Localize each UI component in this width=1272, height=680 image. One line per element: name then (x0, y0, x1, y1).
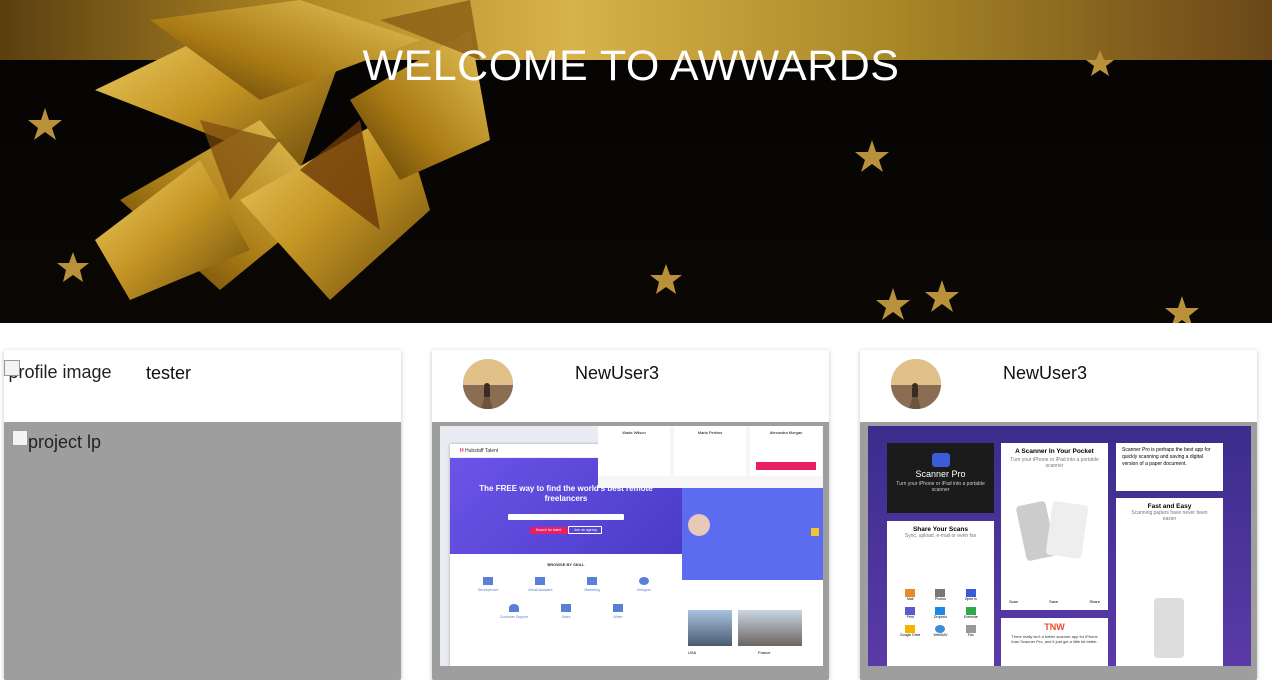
card-username[interactable]: NewUser3 (575, 363, 659, 384)
eye-icon (639, 577, 649, 585)
skill-label: Marketing (584, 588, 600, 592)
mail-icon (905, 589, 916, 597)
broken-image-icon (12, 430, 28, 446)
assistant-icon (535, 577, 545, 585)
project-image-broken: project lp (12, 429, 101, 456)
broken-image-icon (4, 360, 20, 376)
testimonial-avatar-icon (688, 514, 710, 536)
scanner-pocket-panel: A Scanner In Your Pocket Turn your iPhon… (1001, 443, 1108, 610)
card-username[interactable]: NewUser3 (1003, 363, 1087, 384)
hubstaff-search-button: Search for talent (529, 527, 568, 534)
arrow-icon (811, 528, 819, 536)
project-card[interactable]: profile image tester project lp (4, 350, 401, 680)
scanner-pro-screenshot: Scanner Pro Turn your iPhone or iPad int… (868, 426, 1251, 666)
webdav-icon (935, 625, 946, 633)
open-in-icon (965, 589, 976, 597)
scan-step: Scan (1009, 599, 1019, 604)
project-image-area[interactable]: H Hubstaff Talent The FREE way to find t… (432, 422, 829, 680)
project-card[interactable]: NewUser3 Scanner Pro Turn your iPhone or… (860, 350, 1257, 680)
card-header: NewUser3 (860, 350, 1257, 422)
card-username[interactable]: tester (146, 363, 191, 384)
skill-label: Development (477, 588, 499, 592)
photos-icon (935, 589, 946, 597)
pocket-title: A Scanner In Your Pocket (1015, 448, 1094, 455)
chart-icon (561, 604, 571, 612)
hubstaff-browse-label: BROWSE BY SKILL (547, 562, 585, 567)
project-image-area[interactable]: project lp (4, 422, 401, 680)
scanner-app-tile: Scanner Pro Turn your iPhone or iPad int… (887, 443, 994, 513)
user-avatar[interactable] (463, 359, 513, 409)
profile-image-broken: profile image (4, 359, 116, 386)
avatar-photo (891, 359, 941, 409)
city-usa-image (688, 610, 732, 646)
scanner-share-panel: Share Your Scans Sync, upload, e-mail or… (887, 521, 994, 666)
profile-name: Alexandra Morgan (769, 430, 803, 435)
scanner-app-icon (931, 453, 950, 467)
google-drive-icon (905, 625, 916, 633)
print-icon (905, 607, 916, 615)
scan-step: Save (1049, 599, 1059, 604)
quote-text: Scanner Pro is perhaps the best app for … (1122, 447, 1211, 467)
hero-banner: WELCOME TO AWWARDS (0, 0, 1272, 323)
hubstaff-logo-icon: H (460, 448, 464, 454)
skill-label: Designer (636, 588, 651, 592)
share-title: Share Your Scans (912, 526, 969, 533)
scan-step: Share (1089, 599, 1100, 604)
tnw-logo: TNW (1044, 622, 1065, 632)
tnw-quote: There really isn't a better scanner app … (1011, 634, 1098, 644)
hubstaff-skills-grid: Development Virtual Assistant Marketing … (450, 567, 682, 619)
tablet-icon (1045, 500, 1089, 560)
share-targets-grid: Mail Photos Open in Print Dropbox Everno… (895, 589, 986, 637)
pocket-subtitle: Turn your iPhone or iPad into a portable… (1010, 457, 1099, 469)
scanner-tnw-panel: TNW There really isn't a better scanner … (1001, 618, 1108, 666)
scanner-fast-panel: Fast and Easy Scanning papers have never… (1116, 498, 1223, 666)
skill-label: Sales (561, 615, 571, 619)
skill-label: Virtual Assistant (527, 588, 553, 592)
headset-icon (509, 604, 519, 612)
avatar-photo (463, 359, 513, 409)
megaphone-icon (587, 577, 597, 585)
city-france-image (738, 610, 802, 646)
hero-title: WELCOME TO AWWARDS (362, 42, 900, 90)
hubstaff-testimonial (682, 488, 823, 580)
city-label: France (758, 650, 771, 655)
hubstaff-search-field (508, 514, 624, 520)
card-header: NewUser3 (432, 350, 829, 422)
scanner-app-tagline: Turn your iPhone or iPad into a portable… (896, 481, 985, 493)
fast-title: Fast and Easy (1147, 503, 1192, 510)
evernote-icon (965, 607, 976, 615)
dropbox-icon (935, 607, 946, 615)
development-icon (483, 577, 493, 585)
card-header: profile image tester (4, 350, 401, 422)
hubstaff-profiles-strip: Wade Wilson Maria Perkins Alexandra Morg… (598, 426, 823, 488)
hubstaff-logo: Hubstaff Talent (465, 448, 499, 454)
skill-label: Writer (613, 615, 623, 619)
scan-steps: Scan Save Share (1009, 599, 1100, 604)
hire-button-icon (756, 462, 816, 470)
profile-name: Maria Perkins (697, 430, 723, 435)
pen-icon (613, 604, 623, 612)
profile-name: Wade Wilson (622, 430, 646, 435)
city-label: USA (688, 650, 697, 655)
skill-label: Customer Support (499, 615, 529, 619)
project-image-area[interactable]: Scanner Pro Turn your iPhone or iPad int… (860, 422, 1257, 680)
share-subtitle: Sync, upload, e-mail or even fax (904, 533, 977, 539)
hubstaff-cities: USA France (682, 580, 823, 666)
fax-icon (965, 625, 976, 633)
scanner-quote: Scanner Pro is perhaps the best app for … (1116, 443, 1223, 491)
fast-subtitle: Scanning papers have never been easier (1131, 510, 1208, 522)
scanner-app-name: Scanner Pro (915, 469, 966, 479)
hubstaff-agency-button: Join as agency (568, 526, 603, 534)
project-card[interactable]: NewUser3 H Hubstaff Talent The FREE way … (432, 350, 829, 680)
phone-scan-icon (1154, 598, 1184, 658)
hubstaff-talent-screenshot: H Hubstaff Talent The FREE way to find t… (440, 426, 823, 666)
user-avatar[interactable] (891, 359, 941, 409)
